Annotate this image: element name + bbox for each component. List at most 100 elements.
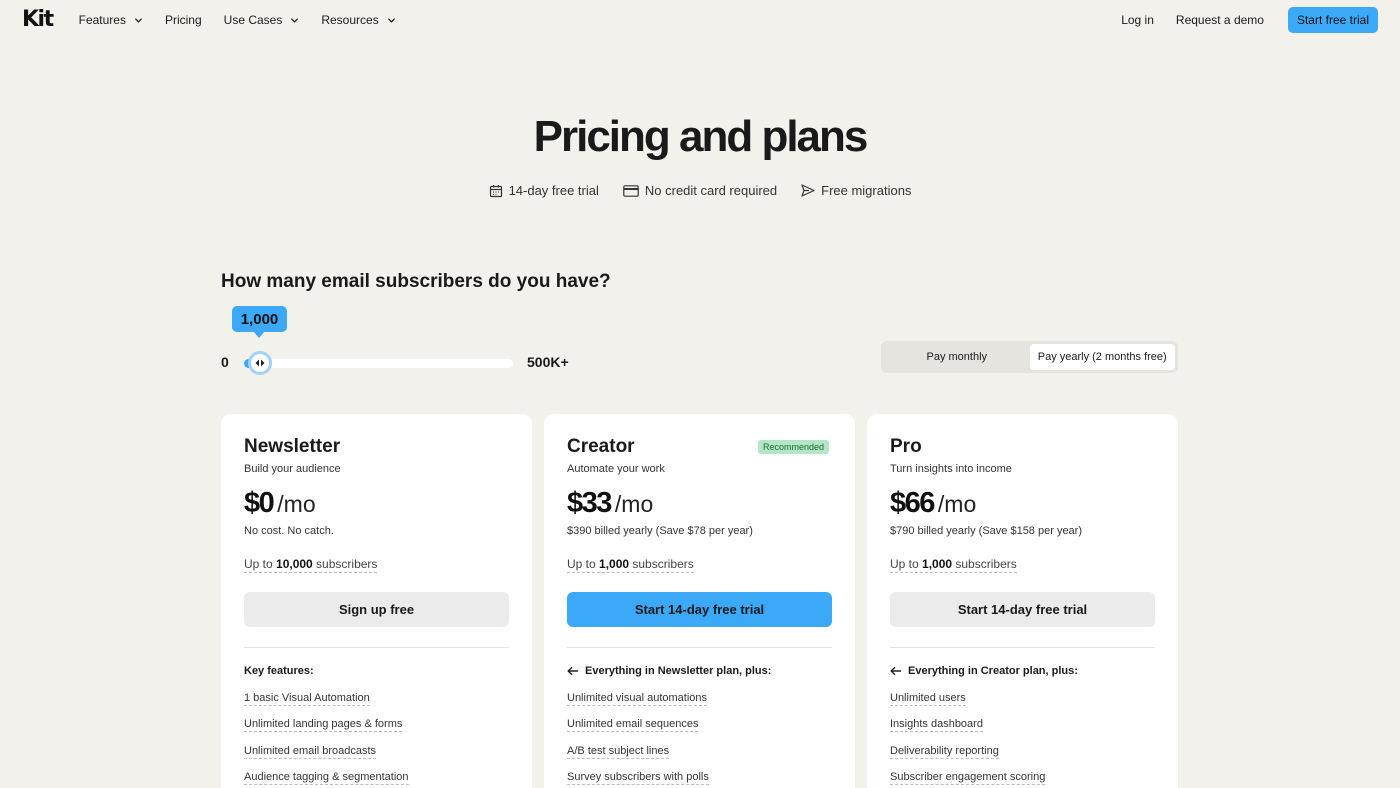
sign-up-free-button[interactable]: Sign up free: [244, 592, 509, 627]
perks-row: 14-day free trial No credit card require…: [0, 183, 1400, 198]
feature-label: 1 basic Visual Automation: [244, 692, 370, 706]
feature-label: A/B test subject lines: [567, 744, 670, 759]
feature-list: Unlimited visual automations Unlimited e…: [567, 692, 709, 788]
feature-item[interactable]: Unlimited users: [890, 692, 1045, 718]
nav-resources-label: Resources: [321, 13, 379, 27]
limit-count: 1,000: [922, 557, 953, 571]
feature-item[interactable]: Insights dashboard: [890, 718, 1045, 744]
feature-label: Unlimited email broadcasts: [244, 744, 377, 759]
feature-item[interactable]: Subscriber engagement scoring: [890, 770, 1046, 788]
plan-price: $33: [567, 487, 612, 519]
plan-tagline: Build your audience: [244, 463, 341, 475]
billing-toggle: Pay monthly Pay yearly (2 months free): [881, 341, 1178, 373]
recommended-badge: Recommended: [757, 440, 829, 454]
feature-list: 1 basic Visual Automation Unlimited land…: [244, 692, 409, 788]
feature-label: Survey subscribers with polls: [567, 770, 709, 785]
price-row: $66 /mo: [890, 487, 976, 520]
feature-item[interactable]: Unlimited email broadcasts: [244, 744, 409, 771]
plan-tagline: Turn insights into income: [890, 463, 1012, 475]
subscriber-limit: Up to 1,000 subscribers: [890, 557, 1017, 573]
feature-list: Unlimited users Insights dashboard Deliv…: [890, 692, 1046, 788]
calendar-icon: [489, 184, 502, 197]
kit-logo[interactable]: Kit: [22, 9, 54, 31]
nav-features[interactable]: Features: [79, 13, 143, 27]
pay-yearly-option[interactable]: Pay yearly (2 months free): [1029, 344, 1175, 370]
nav-pricing-label: Pricing: [164, 13, 202, 27]
feature-item[interactable]: Unlimited visual automations: [567, 692, 709, 718]
limit-suffix: subscribers: [312, 557, 378, 571]
perk-migrations-label: Free migrations: [821, 183, 912, 198]
pay-yearly-note: (2 months free): [1092, 351, 1167, 363]
perk-trial-label: 14-day free trial: [508, 183, 599, 198]
nav-right: Log in Request a demo Start free trial: [1121, 7, 1378, 33]
plan-name: Pro: [890, 436, 922, 457]
features-heading-label: Everything in Newsletter plan, plus:: [585, 665, 772, 677]
nav-use-cases[interactable]: Use Cases: [224, 13, 300, 27]
limit-count: 1,000: [599, 557, 630, 571]
subscriber-slider-thumb[interactable]: [248, 351, 272, 375]
feature-item[interactable]: Survey subscribers with polls: [567, 770, 709, 788]
feature-label: Unlimited landing pages & forms: [244, 718, 403, 733]
feature-label: Subscriber engagement scoring: [890, 770, 1046, 785]
feature-label: Unlimited users: [890, 692, 966, 706]
pay-monthly-label: Pay monthly: [926, 351, 988, 363]
limit-prefix: Up to: [567, 557, 600, 571]
pay-yearly-label: Pay yearly: [1037, 351, 1090, 363]
feature-item[interactable]: Audience tagging & segmentation: [244, 770, 409, 788]
top-nav: Kit Features Pricing Use Cases Resources…: [0, 0, 1400, 40]
feature-label: Unlimited email sequences: [567, 718, 699, 733]
feature-item[interactable]: Unlimited landing pages & forms: [244, 718, 409, 744]
slider-max-label: 500K+: [527, 354, 569, 370]
features-heading-label: Key features:: [244, 665, 314, 677]
subscriber-slider-track[interactable]: [244, 359, 513, 368]
limit-prefix: Up to: [244, 557, 277, 571]
pay-monthly-option[interactable]: Pay monthly: [884, 344, 1030, 370]
plan-card-newsletter: Newsletter Build your audience $0 /mo No…: [221, 414, 532, 788]
page-title: Pricing and plans: [533, 112, 869, 161]
billing-note: No cost. No catch.: [244, 525, 334, 537]
billing-note: $390 billed yearly (Save $78 per year): [567, 525, 753, 537]
send-icon: [801, 184, 815, 197]
limit-suffix: subscribers: [952, 557, 1017, 571]
plan-tagline: Automate your work: [567, 463, 665, 475]
start-free-trial-button[interactable]: Start free trial: [1287, 7, 1378, 33]
subscriber-limit: Up to 10,000 subscribers: [244, 557, 378, 573]
chevron-down-icon: [134, 17, 143, 23]
credit-card-icon: [623, 184, 639, 197]
features-heading: Everything in Newsletter plan, plus:: [567, 665, 771, 677]
login-link[interactable]: Log in: [1121, 13, 1154, 27]
plan-price: $0: [244, 487, 275, 519]
chevron-down-icon: [387, 17, 395, 23]
request-demo-link[interactable]: Request a demo: [1176, 13, 1264, 27]
price-period: /mo: [277, 491, 316, 517]
feature-item[interactable]: A/B test subject lines: [567, 744, 709, 771]
plan-card-creator: Creator Recommended Automate your work $…: [544, 414, 855, 788]
features-heading-label: Everything in Creator plan, plus:: [908, 665, 1078, 677]
limit-count: 10,000: [276, 557, 313, 571]
feature-item[interactable]: 1 basic Visual Automation: [244, 692, 409, 718]
nav-pricing[interactable]: Pricing: [165, 13, 202, 27]
price-row: $0 /mo: [244, 487, 316, 520]
price-period: /mo: [937, 491, 977, 517]
start-trial-button-pro[interactable]: Start 14-day free trial: [890, 592, 1155, 627]
feature-item[interactable]: Unlimited email sequences: [567, 718, 709, 744]
plan-card-pro: Pro Turn insights into income $66 /mo $7…: [867, 414, 1178, 788]
nav-resources[interactable]: Resources: [321, 13, 395, 27]
limit-suffix: subscribers: [629, 557, 694, 571]
nav-features-label: Features: [78, 13, 126, 27]
start-trial-button-creator[interactable]: Start 14-day free trial: [567, 592, 832, 627]
features-heading: Everything in Creator plan, plus:: [890, 665, 1078, 677]
divider: [244, 647, 509, 648]
subscriber-count-tooltip: 1,000: [232, 306, 287, 338]
slider-min-label: 0: [221, 354, 229, 370]
price-period: /mo: [614, 491, 654, 517]
plan-price: $66: [890, 487, 935, 519]
perk-no-card: No credit card required: [623, 183, 777, 198]
nav-use-cases-label: Use Cases: [223, 13, 283, 27]
perk-trial: 14-day free trial: [489, 183, 599, 198]
feature-label: Audience tagging & segmentation: [244, 770, 409, 785]
feature-label: Deliverability reporting: [890, 744, 999, 759]
feature-item[interactable]: Deliverability reporting: [890, 744, 1045, 771]
divider: [890, 647, 1155, 648]
billing-note: $790 billed yearly (Save $158 per year): [890, 525, 1083, 537]
